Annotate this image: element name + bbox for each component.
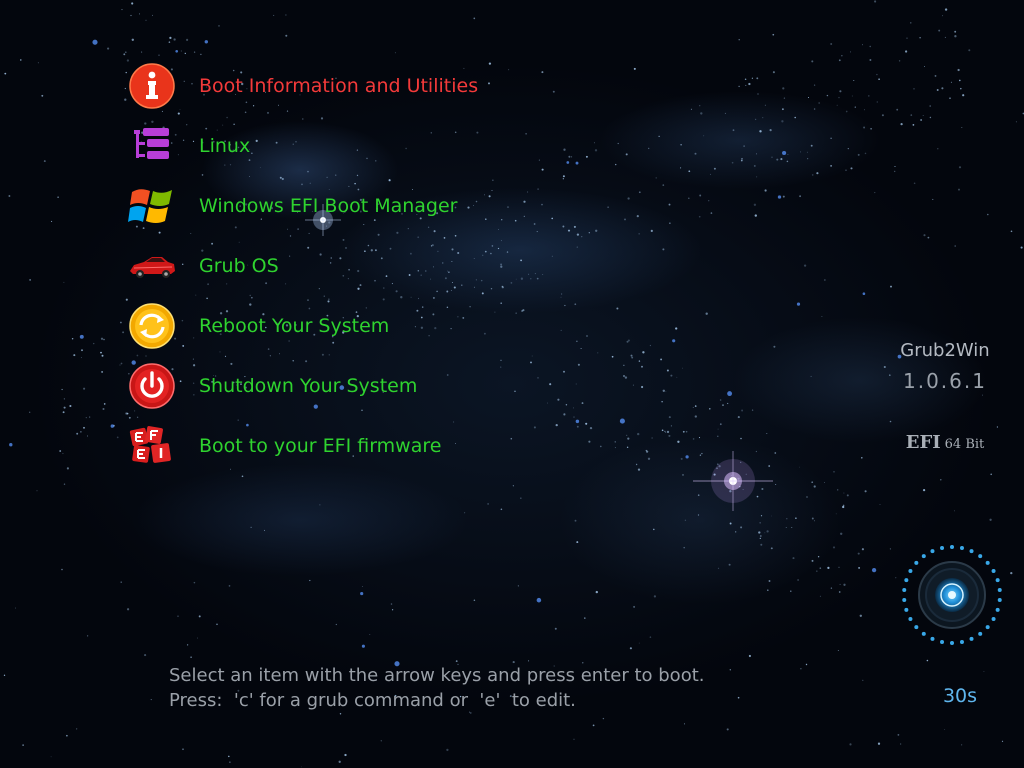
countdown-dot (914, 560, 919, 565)
brand-name: Grub2Win (900, 340, 990, 361)
countdown-dot (921, 631, 926, 636)
countdown-dot (930, 549, 935, 554)
menu-item-windows-efi[interactable]: Windows EFI Boot Manager (128, 176, 648, 236)
countdown-dot (978, 554, 983, 559)
countdown-dot (940, 546, 945, 551)
countdown-dot (908, 617, 913, 621)
efi-logo-icon (128, 422, 176, 470)
menu-item-reboot[interactable]: Reboot Your System (128, 296, 648, 356)
countdown-dot (904, 578, 909, 583)
menu-item-label: Linux (199, 135, 251, 157)
reboot-icon (128, 302, 176, 350)
countdown-timer: 30s (942, 685, 978, 707)
efi-mode-label: EFI 64 Bit (880, 432, 1010, 453)
countdown-dot (950, 641, 954, 645)
countdown-dot (921, 554, 926, 559)
countdown-dot (995, 607, 1000, 612)
help-text-line-1: Select an item with the arrow keys and p… (169, 665, 705, 686)
efi-label: EFI (905, 432, 941, 453)
countdown-dot (908, 569, 913, 573)
countdown-dot (995, 578, 1000, 583)
linux-list-icon (128, 122, 176, 170)
bits-label: 64 Bit (944, 437, 985, 452)
boot-screen: Boot Information and Utilities Linux Win… (0, 0, 1024, 768)
countdown-dot (978, 631, 983, 636)
power-icon (128, 362, 176, 410)
info-icon (128, 62, 176, 110)
countdown-dot (904, 607, 909, 612)
countdown-dot (959, 546, 964, 551)
countdown-dot (940, 639, 945, 644)
help-text-line-2: Press: 'c' for a grub command or 'e' to … (169, 690, 576, 711)
countdown-dot (959, 639, 964, 644)
bright-star-center (693, 451, 773, 511)
windows-logo-icon (128, 182, 176, 230)
menu-item-label: Grub OS (199, 255, 279, 277)
countdown-dot (991, 617, 996, 621)
menu-item-boot-information[interactable]: Boot Information and Utilities (128, 56, 648, 116)
menu-item-shutdown[interactable]: Shutdown Your System (128, 356, 648, 416)
boot-menu: Boot Information and Utilities Linux Win… (128, 56, 648, 476)
countdown-dot (997, 587, 1002, 592)
brand-version: 1.0.6.1 (903, 369, 987, 393)
countdown-dot (969, 549, 974, 554)
countdown-dial (902, 545, 1002, 645)
menu-item-grub-os[interactable]: Grub OS (128, 236, 648, 296)
menu-item-label: Boot Information and Utilities (199, 75, 479, 97)
countdown-dot (930, 636, 935, 641)
countdown-dot (914, 625, 919, 630)
menu-item-label: Windows EFI Boot Manager (199, 195, 458, 217)
countdown-dot (969, 636, 974, 641)
menu-item-efi-firmware[interactable]: Boot to your EFI firmware (128, 416, 648, 476)
countdown-dot (902, 587, 907, 592)
countdown-dot (985, 560, 990, 565)
countdown-dot (985, 625, 990, 630)
countdown-dot (902, 598, 907, 603)
countdown-dot (997, 598, 1002, 603)
sports-car-icon (128, 242, 176, 290)
countdown-dot (991, 569, 996, 573)
menu-item-label: Boot to your EFI firmware (199, 435, 442, 457)
menu-item-label: Reboot Your System (199, 315, 390, 337)
menu-item-linux[interactable]: Linux (128, 116, 648, 176)
menu-item-label: Shutdown Your System (199, 375, 418, 397)
countdown-dot (950, 545, 954, 549)
